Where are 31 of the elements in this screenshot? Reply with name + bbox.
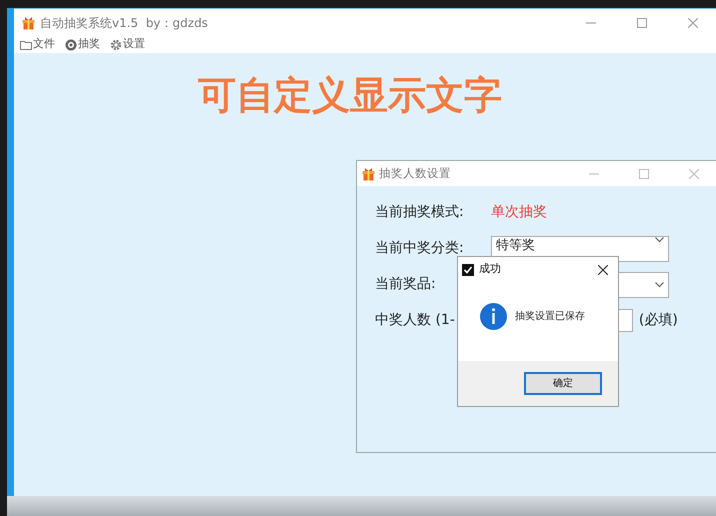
- settings-icon: [110, 38, 122, 50]
- disc-icon: [65, 38, 77, 50]
- checkbox-icon: [462, 264, 474, 276]
- minimize-icon: [589, 172, 599, 174]
- field-label: 中奖人数 (1-: [375, 311, 455, 330]
- message-title: 成功: [479, 261, 501, 278]
- gift-icon: [362, 166, 375, 180]
- field-label: 当前中奖分类:: [375, 239, 465, 258]
- folder-icon: [20, 40, 32, 50]
- caret-icon: [655, 282, 664, 288]
- dialog-title: 抽奖人数设置: [379, 164, 451, 182]
- menu-item[interactable]: 文件: [20, 36, 55, 53]
- info-icon: [480, 303, 507, 330]
- required-note: (必填): [638, 311, 678, 330]
- menu-item[interactable]: 设置: [110, 36, 145, 53]
- gift-icon: [22, 16, 35, 30]
- mode-value: 单次抽奖: [491, 203, 547, 222]
- ok-button[interactable]: 确定: [524, 372, 602, 395]
- banner-text: 可自定义显示文字: [197, 75, 503, 117]
- close-icon: [598, 264, 608, 274]
- minimize-icon: [586, 22, 596, 24]
- field-label: 当前奖品:: [375, 275, 437, 294]
- caret-icon: [655, 236, 664, 242]
- field-label: 当前抽奖模式:: [375, 203, 465, 222]
- close-icon: [689, 168, 699, 178]
- message-text: 抽奖设置已保存: [515, 310, 585, 324]
- close-icon: [688, 18, 698, 28]
- menu-item[interactable]: 抽奖: [65, 36, 100, 53]
- window-title: 自动抽奖系统v1.5 by：gdzds: [40, 14, 208, 32]
- maximize-icon: [639, 168, 649, 178]
- maximize-icon: [637, 18, 647, 28]
